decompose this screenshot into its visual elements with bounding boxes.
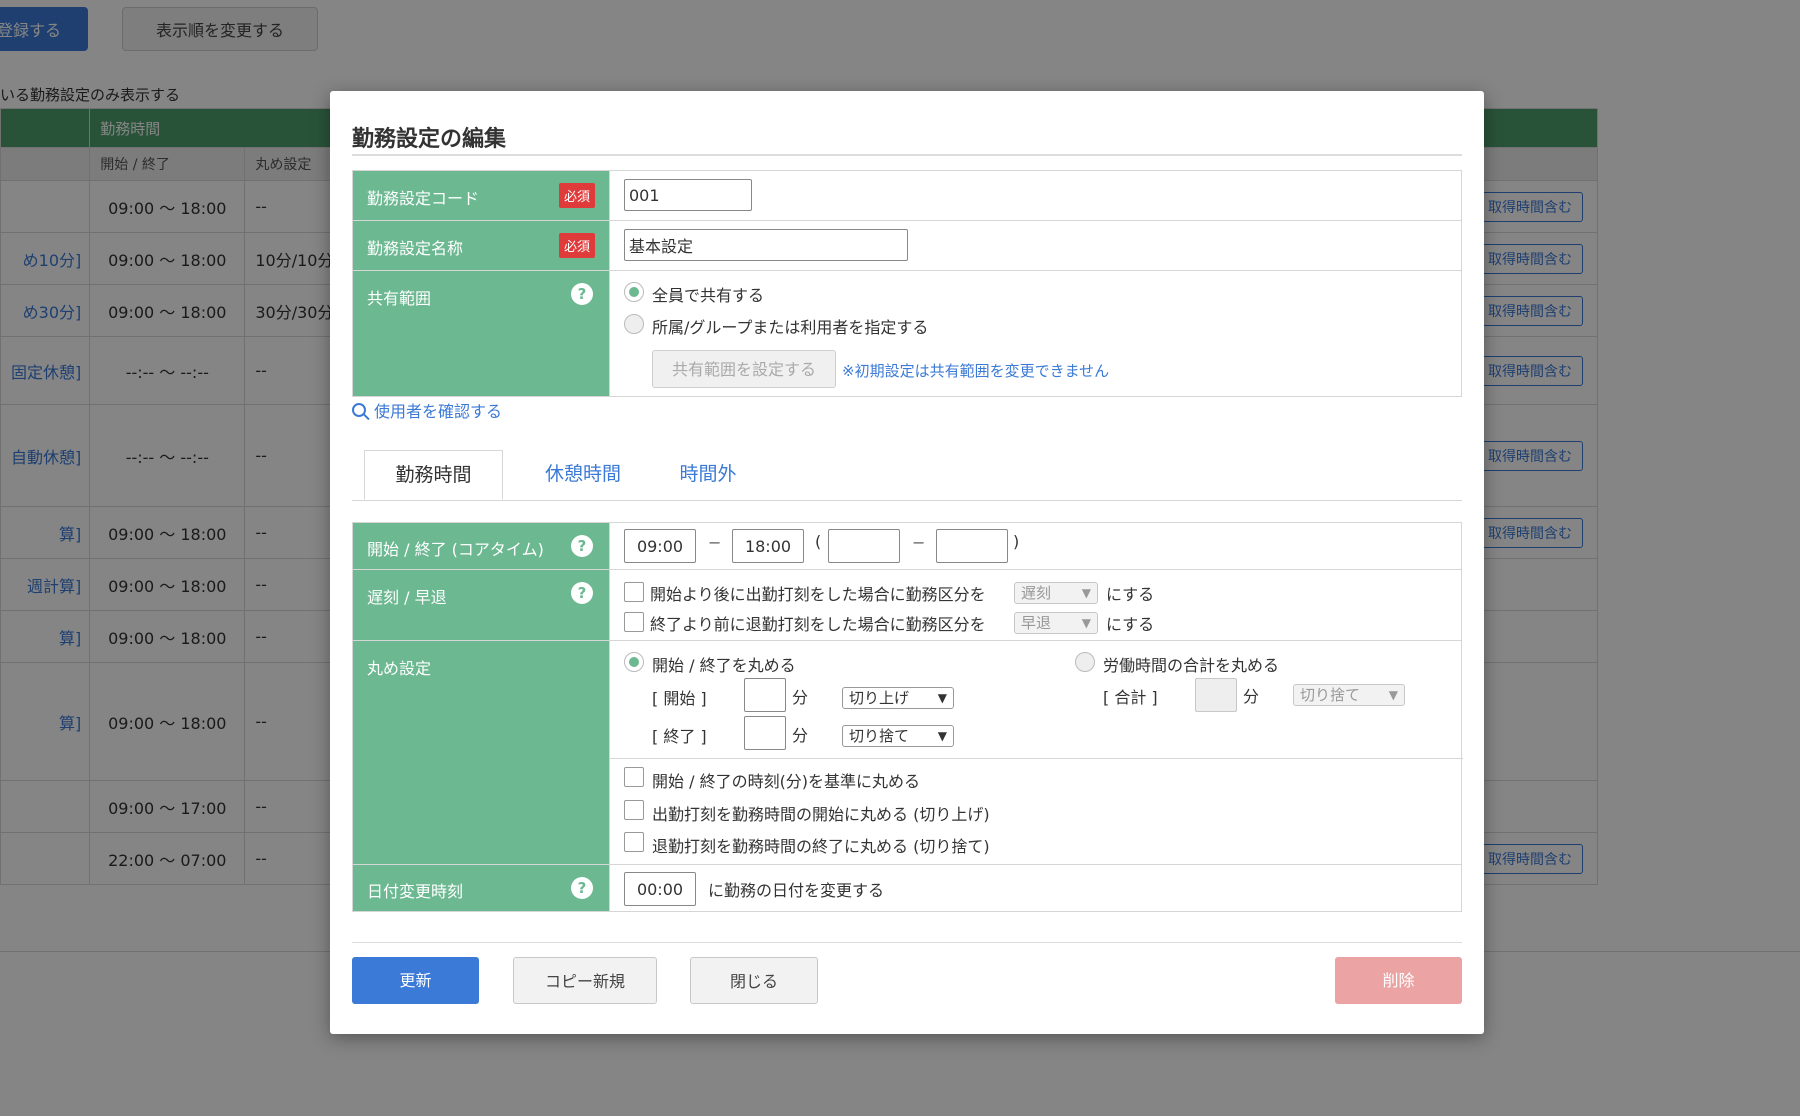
chevron-down-icon: ▼	[1388, 688, 1398, 702]
help-icon[interactable]: ?	[571, 283, 593, 305]
name-label: 勤務設定名称	[367, 239, 464, 258]
tab-bar: 勤務時間 休憩時間 時間外	[352, 450, 1462, 501]
round-start-end-radio[interactable]	[624, 652, 644, 672]
start-time-input[interactable]	[624, 529, 696, 563]
minute-unit: 分	[1243, 687, 1260, 706]
round-start-minutes[interactable]	[744, 678, 786, 712]
round-start-end-label[interactable]: 開始 / 終了を丸める	[652, 652, 796, 676]
round-total-label[interactable]: 労働時間の合計を丸める	[1103, 652, 1279, 676]
required-badge: 必須	[558, 233, 595, 258]
late-early-label-cell: 遅刻 / 早退 ?	[352, 569, 610, 641]
core-end-input[interactable]	[936, 529, 1008, 563]
help-icon[interactable]: ?	[571, 877, 593, 899]
round-total-select[interactable]: 切り捨て ▼	[1293, 684, 1405, 706]
share-specify-radio[interactable]	[624, 314, 644, 334]
rounding-label: 丸め設定	[367, 659, 432, 678]
chevron-down-icon: ▼	[1081, 616, 1091, 630]
round-total-select-value: 切り捨て	[1300, 686, 1361, 704]
round-end-select[interactable]: 切り捨て ▼	[842, 725, 954, 747]
early-text: 終了より前に退勤打刻をした場合に勤務区分を	[650, 615, 986, 634]
update-button[interactable]: 更新	[352, 957, 479, 1004]
help-icon[interactable]: ?	[571, 582, 593, 604]
open-paren: (	[815, 532, 822, 551]
end-time-input[interactable]	[732, 529, 804, 563]
core-time-label: 開始 / 終了 (コアタイム)	[367, 540, 544, 559]
help-icon[interactable]: ?	[571, 535, 593, 557]
round-end-select-value: 切り捨て	[849, 727, 910, 745]
dialog-title: 勤務設定の編集	[352, 127, 507, 152]
name-input[interactable]	[624, 229, 908, 261]
early-select[interactable]: 早退 ▼	[1014, 612, 1098, 634]
close-button[interactable]: 閉じる	[690, 957, 818, 1004]
round-total-sub-label: [ 合計 ]	[1103, 688, 1158, 707]
core-time-label-cell: 開始 / 終了 (コアタイム) ?	[352, 522, 610, 570]
early-suffix: にする	[1106, 615, 1155, 634]
round-clock-in-label[interactable]: 出勤打刻を勤務時間の開始に丸める (切り上げ)	[652, 801, 990, 825]
late-select[interactable]: 遅刻 ▼	[1014, 582, 1098, 604]
tab-work-hours[interactable]: 勤務時間	[364, 450, 503, 500]
divider	[610, 758, 1463, 759]
edit-work-setting-dialog: 勤務設定の編集 勤務設定コード 必須 勤務設定名称 必須 共有範囲 ?	[330, 91, 1484, 1034]
search-icon	[352, 403, 366, 417]
check-users-link[interactable]: 使用者を確認する	[352, 398, 502, 422]
range-dash: −	[708, 533, 722, 552]
share-label: 共有範囲	[367, 289, 432, 308]
round-clock-in-checkbox[interactable]	[624, 800, 644, 820]
round-total-minutes[interactable]	[1195, 678, 1237, 712]
round-start-select-value: 切り上げ	[849, 689, 910, 707]
minute-unit: 分	[792, 688, 809, 707]
chevron-down-icon: ▼	[937, 729, 947, 743]
round-total-radio[interactable]	[1075, 652, 1095, 672]
late-checkbox[interactable]	[624, 582, 644, 602]
round-start-select[interactable]: 切り上げ ▼	[842, 687, 954, 709]
code-input[interactable]	[624, 179, 752, 211]
required-badge: 必須	[558, 183, 595, 208]
work-hours-form: 開始 / 終了 (コアタイム) ? − ( − ) 遅刻 / 早退 ? 開始よ	[352, 522, 1463, 912]
chevron-down-icon: ▼	[1081, 586, 1091, 600]
tab-break-time[interactable]: 休憩時間	[522, 450, 644, 500]
round-start-label: [ 開始 ]	[652, 689, 707, 708]
close-paren: )	[1013, 532, 1020, 551]
share-specify-label[interactable]: 所属/グループまたは利用者を指定する	[652, 314, 928, 338]
date-change-label: 日付変更時刻	[367, 882, 464, 901]
code-label: 勤務設定コード	[367, 189, 480, 208]
late-select-value: 遅刻	[1021, 584, 1052, 602]
round-clock-out-label[interactable]: 退勤打刻を勤務時間の終了に丸める (切り捨て)	[652, 833, 990, 857]
round-minute-basis-label[interactable]: 開始 / 終了の時刻(分)を基準に丸める	[652, 768, 920, 792]
chevron-down-icon: ▼	[937, 691, 947, 705]
early-select-value: 早退	[1021, 614, 1052, 632]
round-clock-out-checkbox[interactable]	[624, 832, 644, 852]
date-change-input[interactable]	[624, 872, 696, 906]
late-suffix: にする	[1106, 585, 1155, 604]
round-end-minutes[interactable]	[744, 716, 786, 750]
divider	[352, 154, 1462, 156]
check-users-label[interactable]: 使用者を確認する	[374, 398, 502, 422]
rounding-label-cell: 丸め設定	[352, 640, 610, 865]
share-note: ※初期設定は共有範囲を変更できません	[842, 362, 1110, 380]
code-label-cell: 勤務設定コード 必須	[352, 170, 610, 221]
copy-new-button[interactable]: コピー新規	[513, 957, 657, 1004]
set-share-scope-button[interactable]: 共有範囲を設定する	[652, 350, 836, 388]
range-dash: −	[912, 533, 926, 552]
core-start-input[interactable]	[828, 529, 900, 563]
round-end-label: [ 終了 ]	[652, 727, 707, 746]
share-all-radio[interactable]	[624, 282, 644, 302]
minute-unit: 分	[792, 726, 809, 745]
divider	[352, 942, 1462, 943]
date-change-suffix: に勤務の日付を変更する	[708, 881, 885, 900]
early-checkbox[interactable]	[624, 612, 644, 632]
round-minute-basis-checkbox[interactable]	[624, 767, 644, 787]
late-text: 開始より後に出勤打刻をした場合に勤務区分を	[650, 585, 986, 604]
basic-settings-form: 勤務設定コード 必須 勤務設定名称 必須 共有範囲 ? 全員で共有する	[352, 170, 1462, 397]
share-label-cell: 共有範囲 ?	[352, 270, 610, 397]
tab-overtime[interactable]: 時間外	[652, 450, 764, 500]
late-early-label: 遅刻 / 早退	[367, 588, 447, 607]
share-all-label[interactable]: 全員で共有する	[652, 282, 764, 306]
name-label-cell: 勤務設定名称 必須	[352, 220, 610, 271]
delete-button[interactable]: 削除	[1335, 957, 1462, 1004]
date-change-label-cell: 日付変更時刻 ?	[352, 864, 610, 912]
